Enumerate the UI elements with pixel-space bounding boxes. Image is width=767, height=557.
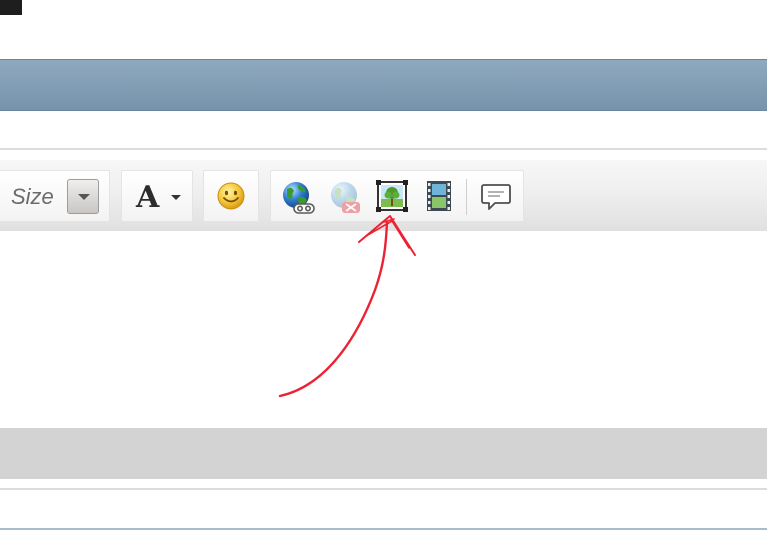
insert-video-icon[interactable] <box>425 179 453 213</box>
remove-link-icon[interactable] <box>328 180 364 216</box>
insert-comment-icon[interactable] <box>480 181 512 213</box>
font-size-label: Size <box>11 184 54 209</box>
media-group <box>270 170 524 222</box>
smiley-icon[interactable] <box>216 181 246 211</box>
editor-footer-band <box>0 428 767 479</box>
divider-top <box>0 148 767 150</box>
divider-middle <box>0 488 767 490</box>
smiley-group <box>203 170 259 222</box>
header-band <box>0 59 767 111</box>
toolbar-separator <box>466 179 467 215</box>
caret-down-icon <box>171 195 181 200</box>
font-size-dropdown-button[interactable] <box>67 179 99 214</box>
divider-bottom <box>0 528 767 530</box>
insert-image-icon[interactable] <box>375 179 409 213</box>
editor-toolbar: Size A <box>0 160 767 231</box>
font-size-group: Size <box>0 170 110 222</box>
font-color-icon: A <box>136 180 160 215</box>
chevron-down-icon <box>78 194 90 200</box>
font-color-group[interactable]: A <box>121 170 193 222</box>
insert-link-icon[interactable] <box>280 180 316 216</box>
corner-block <box>0 0 22 15</box>
